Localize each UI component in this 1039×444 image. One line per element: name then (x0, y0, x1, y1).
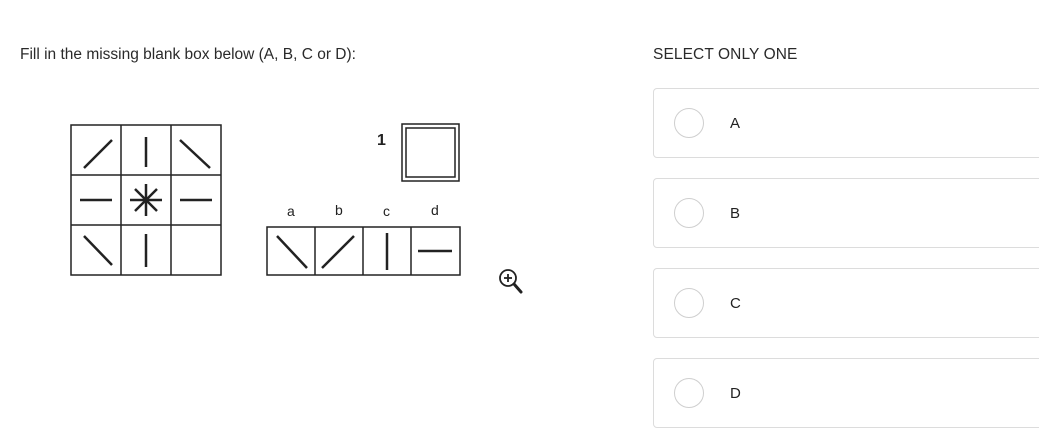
grid-cell-diagonal-up (83, 139, 113, 169)
radio-button[interactable] (674, 198, 704, 228)
answer-option-c[interactable]: C (653, 268, 1039, 338)
answer-strip-letter: b (335, 202, 343, 218)
answer-strip-letter: d (431, 202, 439, 218)
puzzle-figure: 1 a b c d (70, 123, 461, 276)
answer-strip-letter: c (383, 203, 390, 219)
answer-option-label: A (730, 115, 741, 132)
missing-box-number: 1 (377, 132, 386, 149)
answer-strip-letter: a (287, 203, 295, 219)
answer-a-diagonal-down (276, 235, 308, 269)
missing-box-group: 1 (377, 123, 460, 182)
answer-option-label: D (730, 385, 741, 402)
answer-strip-boxes (266, 226, 461, 276)
select-instruction: SELECT ONLY ONE (653, 46, 798, 63)
radio-button[interactable] (674, 108, 704, 138)
radio-button[interactable] (674, 288, 704, 318)
pattern-grid (70, 124, 222, 276)
grid-cell-diagonal-down (179, 139, 211, 169)
grid-cell-star (130, 184, 162, 216)
answer-option-d[interactable]: D (653, 358, 1039, 428)
answer-b-diagonal-up (321, 235, 355, 269)
grid-cell-diagonal-down (83, 235, 113, 266)
answer-option-b[interactable]: B (653, 178, 1039, 248)
radio-button[interactable] (674, 378, 704, 408)
question-text: Fill in the missing blank box below (A, … (20, 46, 356, 63)
answer-strip: a b c d (287, 202, 439, 219)
answer-option-a[interactable]: A (653, 88, 1039, 158)
answer-option-label: C (730, 295, 741, 312)
missing-box (401, 123, 460, 182)
zoom-in-icon[interactable] (496, 266, 526, 296)
answer-option-label: B (730, 205, 741, 222)
